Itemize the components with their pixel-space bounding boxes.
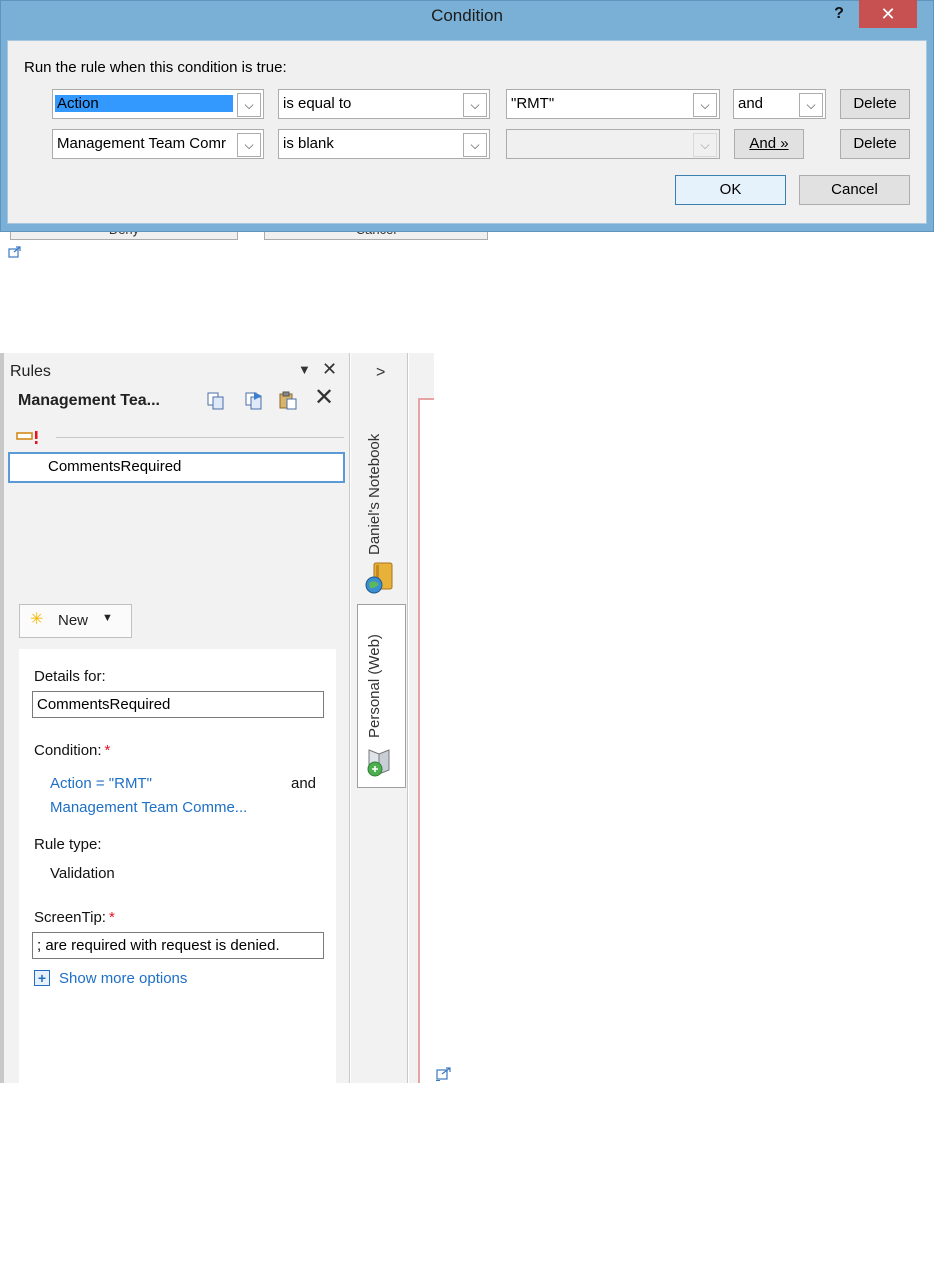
condition-link-line2[interactable]: Management Team Comme...: [50, 799, 247, 816]
operator-select-row1-value: is equal to: [283, 95, 352, 112]
connector-select-row1[interactable]: and ⌵: [733, 89, 826, 119]
value-select-row1-value: "RMT": [511, 95, 555, 112]
condition-link-line1[interactable]: Action = "RMT": [50, 775, 152, 792]
rule-list-item-label: CommentsRequired: [48, 458, 182, 475]
field-select-row1-value: Action: [55, 95, 233, 112]
validation-rule-icon: [16, 431, 38, 444]
connector-select-row1-value: and: [738, 95, 764, 112]
dropdown-caret-icon: ▼: [102, 612, 113, 624]
chevron-down-icon[interactable]: ⌵: [463, 93, 487, 117]
chevron-down-icon[interactable]: ⌵: [237, 93, 261, 117]
chevron-down-icon: ⌵: [693, 133, 717, 157]
value-select-row2: ⌵: [506, 129, 720, 159]
chevron-down-icon[interactable]: ⌵: [237, 133, 261, 157]
delete-icon[interactable]: ✕: [314, 386, 338, 410]
details-for-label: Details for:: [34, 668, 106, 685]
operator-select-row1[interactable]: is equal to ⌵: [278, 89, 490, 119]
delete-button-row1[interactable]: Delete: [840, 89, 910, 119]
value-select-row1[interactable]: "RMT" ⌵: [506, 89, 720, 119]
rules-pane-title: Rules: [10, 363, 51, 380]
show-more-options-link[interactable]: Show more options: [59, 970, 187, 987]
ok-button[interactable]: OK: [675, 175, 786, 205]
screentip-field[interactable]: ; are required with request is denied.: [32, 932, 324, 959]
operator-select-row2[interactable]: is blank ⌵: [278, 129, 490, 159]
plus-icon[interactable]: +: [34, 970, 50, 986]
operator-select-row2-value: is blank: [283, 135, 334, 152]
new-rule-button-label: New: [58, 612, 89, 629]
rule-name-field[interactable]: CommentsRequired: [32, 691, 324, 718]
cancel-button[interactable]: Cancel: [799, 175, 910, 205]
condition-and-text: and: [291, 775, 317, 792]
paste-icon[interactable]: [278, 390, 298, 410]
external-link-icon[interactable]: [436, 1067, 452, 1081]
condition-label: Condition: *: [34, 742, 111, 759]
notebook-tab-daniels[interactable]: Daniel's Notebook: [366, 434, 383, 555]
field-select-row1[interactable]: Action ⌵: [52, 89, 264, 119]
web-notebook-icon: [367, 749, 390, 777]
and-button-label: And »: [749, 135, 789, 152]
help-button[interactable]: ?: [826, 2, 852, 26]
notebook-icon[interactable]: [364, 561, 396, 595]
and-button-row2[interactable]: And »: [734, 129, 804, 159]
copy-rule-icon[interactable]: [244, 390, 264, 410]
required-marker: *: [104, 742, 111, 759]
field-select-row2-value: Management Team Comr: [57, 135, 226, 152]
rule-type-label: Rule type:: [34, 836, 102, 853]
pane-border: [0, 353, 4, 1083]
close-icon[interactable]: ✕: [322, 359, 340, 379]
dialog-title: Condition: [431, 6, 503, 25]
selected-control-name: Management Tea...: [18, 392, 160, 409]
notebook-tab-personal-web-label: Personal (Web): [366, 634, 383, 738]
required-marker: *: [108, 909, 115, 926]
rule-separator: [56, 437, 344, 438]
external-link-icon[interactable]: [8, 246, 22, 258]
chevron-down-icon[interactable]: ⌵: [799, 93, 823, 117]
field-select-row2[interactable]: Management Team Comr ⌵: [52, 129, 264, 159]
copy-icon[interactable]: [206, 390, 226, 410]
pane-menu-icon[interactable]: ▼: [298, 362, 314, 378]
screentip-label: ScreenTip: *: [34, 909, 115, 926]
chevron-down-icon[interactable]: ⌵: [463, 133, 487, 157]
close-button[interactable]: ✕: [859, 0, 917, 28]
new-star-icon: ✳: [30, 611, 44, 628]
delete-button-row2[interactable]: Delete: [840, 129, 910, 159]
chevron-down-icon[interactable]: ⌵: [693, 93, 717, 117]
expand-chevron-icon[interactable]: >: [376, 364, 385, 382]
rule-type-value: Validation: [50, 865, 115, 882]
page-canvas: [418, 398, 434, 1083]
condition-prompt: Run the rule when this condition is true…: [24, 59, 287, 76]
